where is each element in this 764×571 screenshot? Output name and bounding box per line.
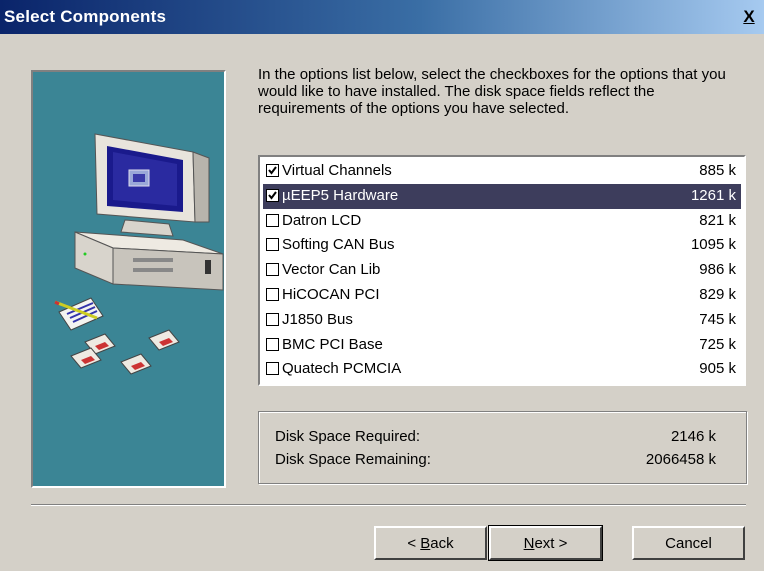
setup-dialog: Select Components X In the options list …	[0, 0, 764, 571]
component-size: 1095 k	[690, 236, 736, 254]
checkbox-unchecked[interactable]	[266, 312, 279, 326]
component-size: 725 k	[699, 335, 736, 353]
window-title: Select Components	[4, 7, 167, 26]
disk-remaining-value: 2066458 k	[645, 451, 716, 468]
checkbox-unchecked[interactable]	[266, 362, 279, 376]
list-item[interactable]: Vector Can Lib 986 k	[263, 258, 741, 283]
component-name: Vector Can Lib	[282, 261, 381, 279]
checkmark-icon	[268, 191, 277, 200]
component-size: 885 k	[699, 162, 736, 179]
disk-required-value: 2146 k	[670, 428, 716, 445]
checkbox-unchecked[interactable]	[266, 263, 279, 277]
next-mnemonic: N	[523, 535, 535, 552]
divider	[31, 504, 746, 506]
list-item[interactable]: Softing CAN Bus 1095 k	[263, 233, 741, 258]
component-name: Softing CAN Bus	[282, 236, 395, 254]
disk-required-label: Disk Space Required:	[275, 428, 421, 445]
list-item[interactable]: HiCOCAN PCI 829 k	[263, 283, 741, 308]
component-name: Virtual Channels	[282, 162, 392, 179]
checkbox-checked[interactable]	[266, 164, 279, 177]
instructions-text: In the options list below, select the ch…	[258, 66, 726, 117]
component-size: 986 k	[699, 261, 736, 279]
components-listbox[interactable]: Virtual Channels 885 k µEEP5 Hardware 1261 …	[258, 155, 746, 386]
close-button[interactable]: X	[738, 7, 760, 27]
back-rest: ack	[430, 535, 454, 552]
back-button[interactable]: < Back	[374, 526, 487, 560]
cancel-button[interactable]: Cancel	[632, 526, 745, 560]
component-name: HiCOCAN PCI	[282, 285, 380, 303]
title-bar[interactable]: Select Components X	[0, 0, 764, 34]
disk-space-panel: Disk Space Required: 2146 k Disk Space R…	[258, 411, 747, 484]
list-item[interactable]: BMC PCI Base 725 k	[263, 333, 741, 358]
component-size: 1261 k	[690, 186, 736, 204]
component-size: 829 k	[699, 285, 736, 303]
component-size: 905 k	[699, 360, 736, 378]
component-size: 745 k	[699, 310, 736, 328]
checkbox-unchecked[interactable]	[266, 213, 279, 227]
checkbox-unchecked[interactable]	[266, 287, 279, 301]
computer-illustration-icon	[54, 133, 224, 375]
component-name: BMC PCI Base	[282, 335, 383, 353]
checkmark-icon	[268, 166, 277, 175]
back-mnemonic: B	[420, 535, 431, 552]
list-item[interactable]: Virtual Channels 885 k	[263, 159, 741, 184]
list-item[interactable]: µEEP5 Hardware 1261 k	[263, 183, 741, 209]
checkbox-unchecked[interactable]	[266, 238, 279, 252]
component-name: J1850 Bus	[282, 310, 353, 328]
disk-remaining-label: Disk Space Remaining:	[275, 451, 431, 468]
checkbox-unchecked[interactable]	[266, 337, 279, 351]
next-button[interactable]: Next >	[488, 525, 603, 561]
component-name: Datron LCD	[282, 211, 362, 229]
list-item[interactable]: J1850 Bus 745 k	[263, 308, 741, 333]
component-size: 821 k	[699, 211, 736, 229]
list-item[interactable]: Quatech PCMCIA 905 k	[263, 357, 741, 382]
checkbox-checked[interactable]	[266, 188, 279, 202]
back-prefix: <	[407, 535, 421, 552]
close-icon: X	[743, 7, 755, 26]
component-name: µEEP5 Hardware	[282, 186, 399, 204]
next-rest: ext >	[534, 535, 568, 552]
component-name: Quatech PCMCIA	[282, 360, 402, 378]
setup-illustration	[31, 70, 226, 488]
list-item[interactable]: Datron LCD 821 k	[263, 209, 741, 234]
